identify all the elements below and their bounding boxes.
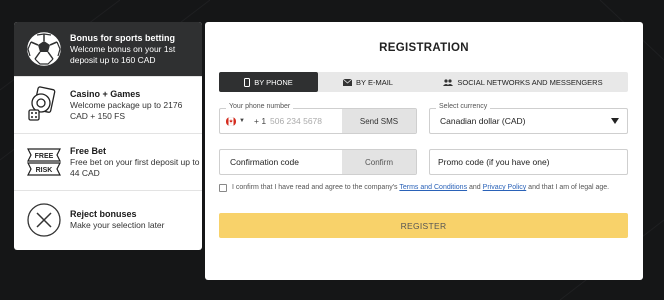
tab-by-phone[interactable]: BY PHONE: [219, 72, 318, 92]
terms-link[interactable]: Terms and Conditions: [399, 184, 467, 191]
bonus-description: Welcome bonus on your 1st deposit up to …: [70, 44, 176, 65]
registration-form: REGISTRATION BY PHONE BY E-MAIL SOCIAL N…: [205, 22, 643, 280]
svg-text:RISK: RISK: [36, 167, 53, 174]
bonus-option-free-bet[interactable]: FREE RISK Free Bet Free bet on your firs…: [14, 134, 202, 191]
promo-code-field: [429, 149, 628, 175]
bonus-title: Reject bonuses: [70, 209, 137, 219]
bonus-title: Bonus for sports betting: [70, 33, 175, 43]
currency-value: Canadian dollar (CAD): [440, 116, 526, 126]
confirmation-code-field[interactable]: Confirmation code Confirm: [219, 149, 417, 175]
promo-code-input[interactable]: [438, 154, 618, 170]
people-icon: [443, 78, 454, 86]
send-sms-button[interactable]: Send SMS: [342, 109, 416, 133]
confirm-button[interactable]: Confirm: [342, 150, 416, 174]
tab-label: SOCIAL NETWORKS AND MESSENGERS: [457, 77, 603, 87]
chevron-down-icon[interactable]: ▼: [239, 118, 245, 124]
bonus-title: Free Bet: [70, 146, 107, 156]
bonus-option-reject[interactable]: Reject bonuses Make your selection later: [14, 191, 202, 248]
phone-number-field: Your phone number ▼ + 1 Send SMS: [219, 103, 417, 134]
bonus-description: Welcome package up to 2176 CAD + 150 FS: [70, 100, 183, 121]
tab-label: BY PHONE: [254, 77, 293, 87]
phone-icon: [244, 77, 251, 87]
close-circle-icon: [24, 200, 64, 240]
register-button[interactable]: REGISTER: [219, 213, 628, 238]
phone-input[interactable]: [270, 113, 340, 129]
tab-social-networks[interactable]: SOCIAL NETWORKS AND MESSENGERS: [418, 72, 628, 92]
agreement-row: I confirm that I have read and agree to …: [219, 183, 629, 193]
envelope-icon: [343, 78, 353, 86]
free-risk-ticket-icon: FREE RISK: [24, 142, 64, 182]
bonus-title: Casino + Games: [70, 89, 141, 99]
confirmation-code-label: Confirmation code: [230, 157, 299, 167]
tab-label: BY E-MAIL: [356, 77, 393, 87]
bonus-option-casino[interactable]: Casino + Games Welcome package up to 217…: [14, 77, 202, 134]
bonus-description: Make your selection later: [70, 220, 165, 230]
canada-flag-icon[interactable]: [226, 117, 236, 126]
agreement-text-part: I confirm that I have read and agree to …: [232, 184, 400, 191]
bonus-selection-panel: Bonus for sports betting Welcome bonus o…: [14, 22, 202, 250]
page-title: REGISTRATION: [379, 42, 469, 54]
country-code: + 1: [254, 116, 267, 126]
agreement-text-part: and that I am of legal age.: [526, 184, 610, 191]
bonus-option-sports[interactable]: Bonus for sports betting Welcome bonus o…: [14, 22, 202, 77]
chevron-down-icon: [611, 118, 619, 124]
casino-cards-icon: [24, 85, 64, 125]
currency-field-label: Select currency: [436, 103, 491, 110]
agreement-text-part: and: [467, 184, 483, 191]
svg-text:FREE: FREE: [35, 153, 54, 160]
soccer-ball-icon: [24, 29, 64, 69]
bonus-description: Free bet on your first deposit up to 44 …: [70, 157, 200, 178]
agreement-text: I confirm that I have read and agree to …: [219, 183, 629, 193]
tab-by-email[interactable]: BY E-MAIL: [318, 72, 418, 92]
registration-tabs: BY PHONE BY E-MAIL SOCIAL NETWORKS AND M…: [219, 72, 628, 92]
currency-select[interactable]: Select currency Canadian dollar (CAD): [429, 103, 628, 134]
agreement-checkbox[interactable]: [219, 184, 227, 192]
privacy-policy-link[interactable]: Privacy Policy: [483, 184, 527, 191]
phone-field-label: Your phone number: [226, 103, 294, 110]
